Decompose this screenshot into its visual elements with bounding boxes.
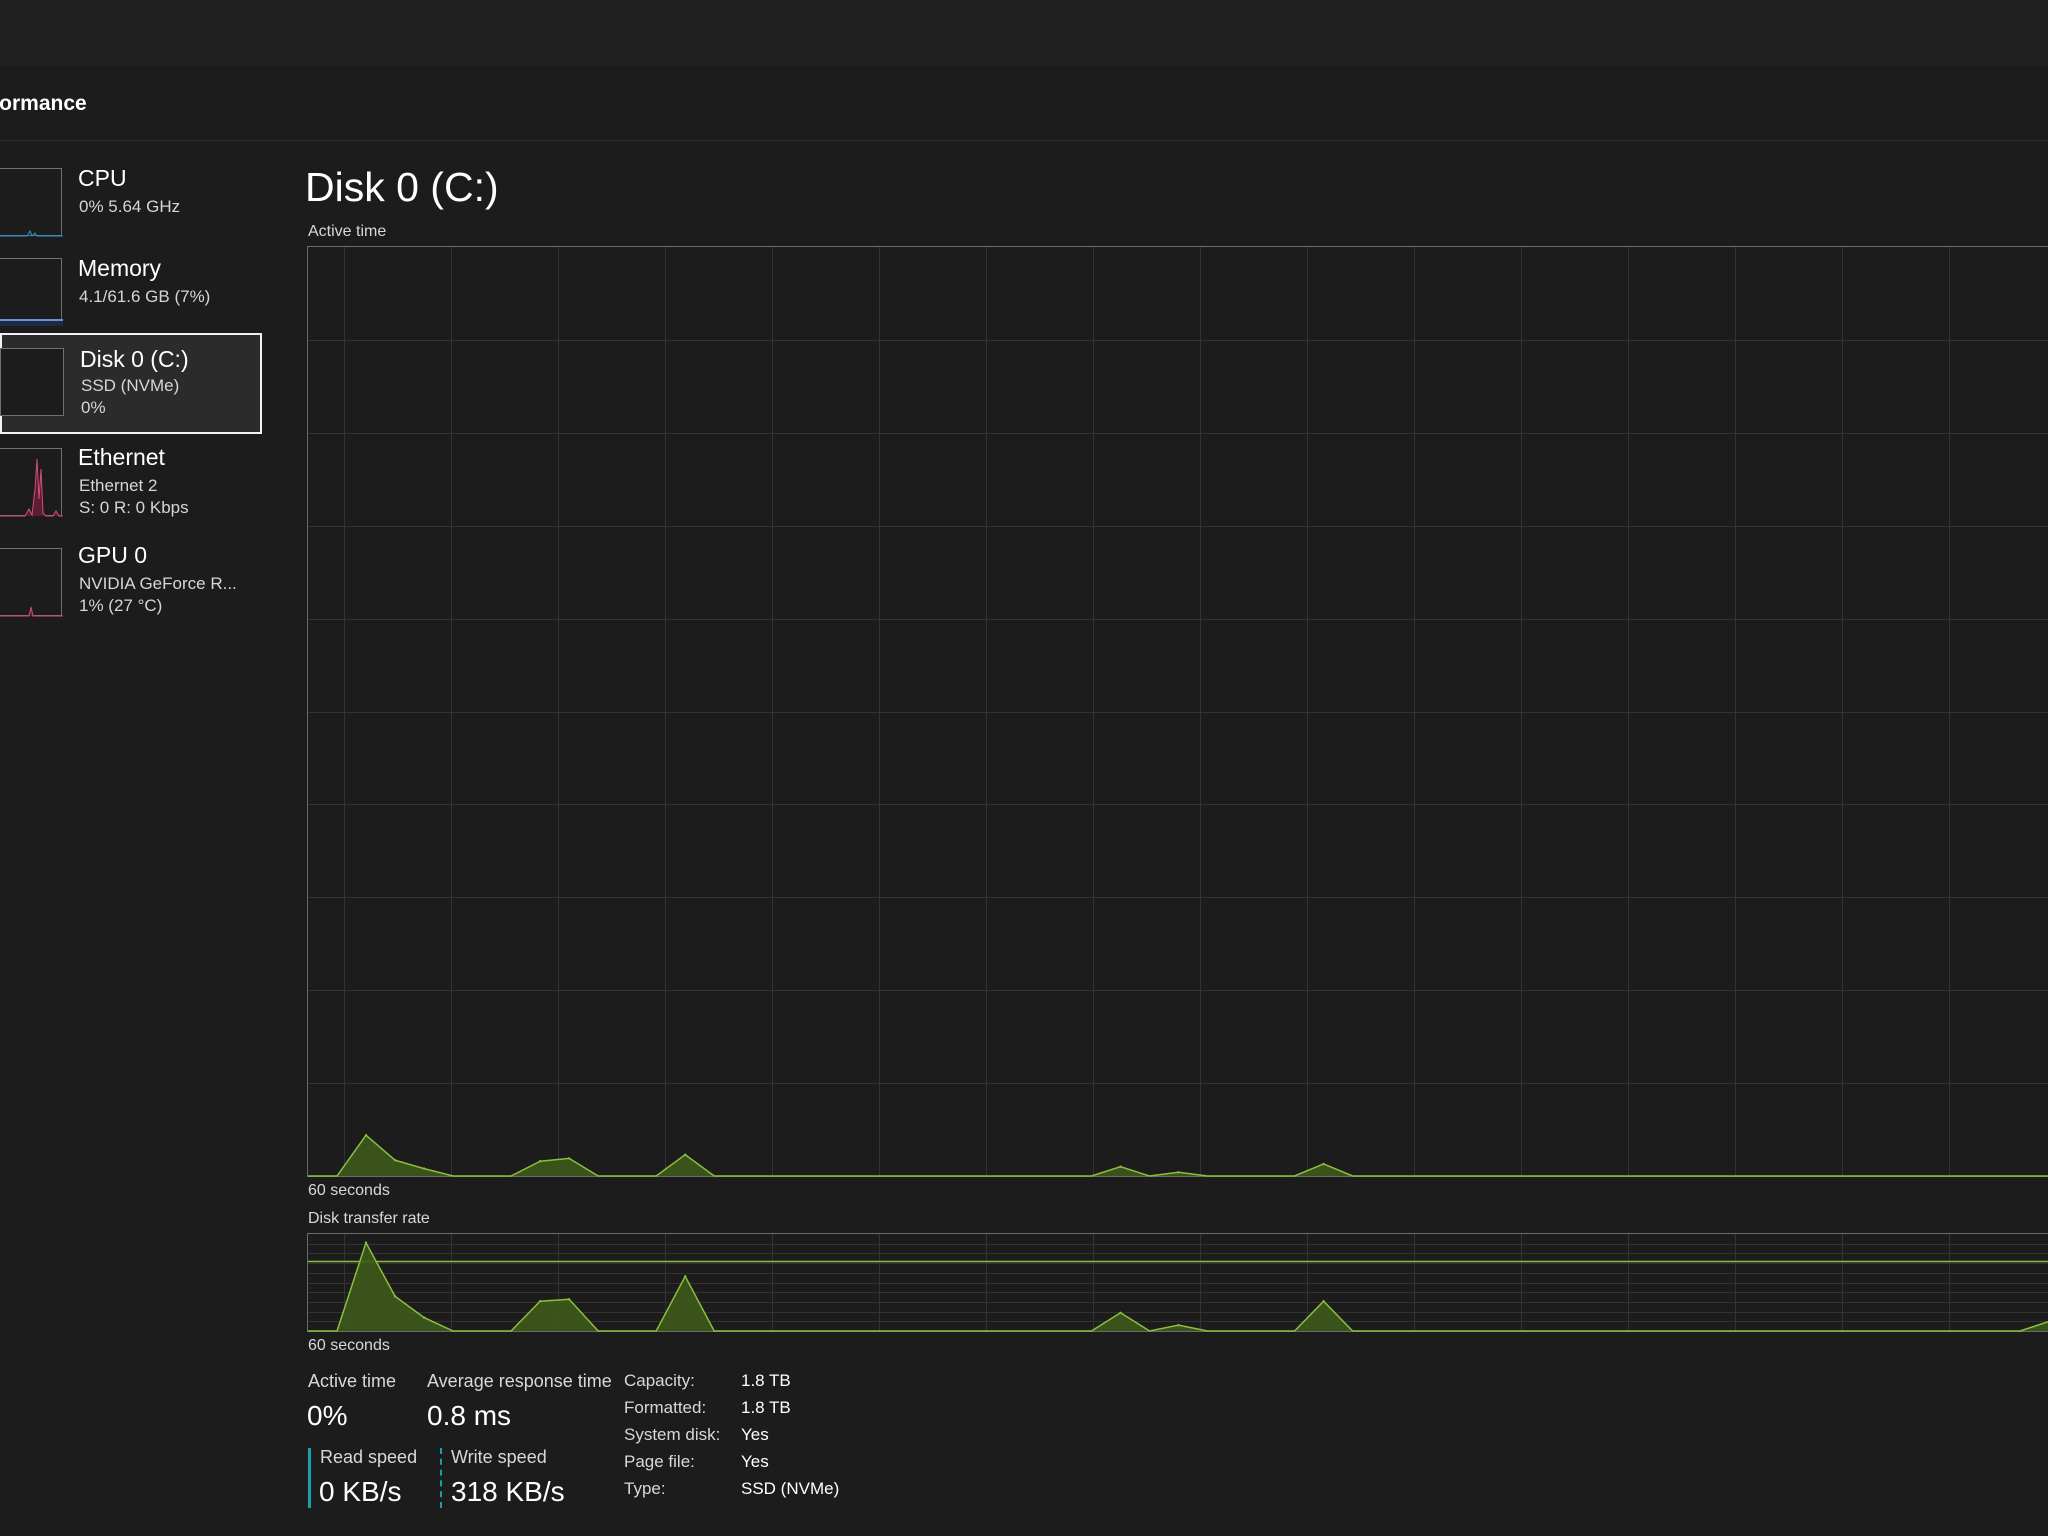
data-point [1119, 1165, 1122, 1168]
active-time-stat-value: 0% [307, 1400, 348, 1431]
memory-sparkline [0, 319, 63, 326]
system-disk-label: System disk: [624, 1425, 721, 1444]
sidebar-item-detail: Ethernet 2 [79, 476, 158, 495]
avg-response-stat-label: Average response time [427, 1371, 612, 1391]
header-bar [0, 66, 2048, 141]
formatted-value: 1.8 TB [741, 1398, 791, 1417]
memory-thumbnail-graph [0, 258, 63, 326]
series-area [308, 1242, 2048, 1331]
sidebar-item-gpu-0[interactable]: GPU 0 NVIDIA GeForce R... 1% (27 °C) [0, 542, 262, 638]
transfer-rate-chart [307, 1233, 2048, 1332]
sidebar-item-cpu[interactable]: CPU 0% 5.64 GHz [0, 165, 262, 253]
sidebar: CPU 0% 5.64 GHz Memory 4.1/61.6 GB (7%) … [0, 141, 270, 1536]
sidebar-item-detail: SSD (NVMe) [81, 376, 180, 395]
formatted-label: Formatted: [624, 1398, 707, 1417]
read-speed-indicator [308, 1448, 311, 1508]
data-point [422, 1316, 426, 1319]
transfer-rate-duration-label: 60 seconds [308, 1337, 390, 1354]
data-point [684, 1153, 687, 1156]
write-speed-value: 318 KB/s [451, 1476, 565, 1507]
data-point [1177, 1171, 1180, 1174]
sidebar-item-disk-0[interactable]: Disk 0 (C:) SSD (NVMe) 0% [0, 333, 262, 434]
active-time-stat-label: Active time [308, 1371, 397, 1391]
sidebar-item-memory[interactable]: Memory 4.1/61.6 GB (7%) [0, 255, 262, 343]
transfer-rate-chart-label: Disk transfer rate [308, 1210, 430, 1227]
disk-title: Disk 0 (C:) [305, 164, 499, 210]
sidebar-item-label: CPU [78, 165, 127, 191]
data-point [393, 1159, 397, 1162]
read-speed-label: Read speed [320, 1447, 418, 1467]
sidebar-item-detail: 4.1/61.6 GB (7%) [79, 287, 211, 306]
data-point [567, 1157, 571, 1160]
data-point [1177, 1324, 1180, 1327]
ethernet-sparkline [0, 458, 63, 517]
sidebar-item-value: S: 0 R: 0 Kbps [79, 498, 189, 517]
cpu-thumbnail-graph [0, 168, 63, 237]
transfer-rate-plot [308, 1234, 2048, 1332]
active-time-plot [308, 247, 2048, 1177]
data-point [1322, 1162, 1325, 1166]
sidebar-item-label: GPU 0 [78, 542, 148, 568]
data-point [1119, 1311, 1122, 1314]
active-time-duration-label: 60 seconds [308, 1182, 390, 1199]
sidebar-item-label: Ethernet [78, 444, 165, 470]
data-point [684, 1275, 687, 1278]
data-point [422, 1167, 426, 1170]
sidebar-item-value: 0% [81, 398, 106, 417]
gpu-sparkline [0, 606, 63, 617]
read-speed-value: 0 KB/s [319, 1476, 402, 1507]
active-time-chart [307, 246, 2048, 1177]
data-point [567, 1298, 571, 1301]
page-title: rformance [0, 92, 87, 115]
disk-sparkline [1, 349, 65, 417]
write-speed-indicator [440, 1448, 442, 1508]
capacity-label: Capacity: [624, 1371, 695, 1390]
cpu-sparkline [0, 229, 63, 237]
sidebar-item-detail: 0% 5.64 GHz [79, 197, 181, 216]
data-point [538, 1160, 542, 1163]
sidebar-item-detail: NVIDIA GeForce R... [79, 574, 237, 593]
data-point [393, 1295, 397, 1298]
series-area [308, 1135, 2048, 1176]
page-file-label: Page file: [624, 1452, 695, 1471]
data-point [364, 1134, 368, 1137]
avg-response-stat-value: 0.8 ms [427, 1400, 512, 1431]
page-file-value: Yes [741, 1452, 769, 1471]
data-point [364, 1241, 368, 1244]
sidebar-item-label: Memory [78, 255, 162, 281]
system-disk-value: Yes [741, 1425, 769, 1444]
type-value: SSD (NVMe) [741, 1479, 840, 1498]
active-time-chart-label: Active time [308, 223, 387, 240]
sidebar-item-value: 1% (27 °C) [79, 596, 163, 615]
type-label: Type: [624, 1479, 666, 1498]
title-bar [0, 0, 2048, 66]
gpu-thumbnail-graph [0, 548, 63, 617]
disk-thumbnail-graph [0, 348, 64, 416]
data-point [1322, 1300, 1325, 1303]
sidebar-item-label: Disk 0 (C:) [80, 346, 189, 372]
write-speed-label: Write speed [451, 1447, 547, 1467]
data-point [538, 1300, 542, 1303]
capacity-value: 1.8 TB [741, 1371, 791, 1390]
ethernet-thumbnail-graph [0, 448, 63, 517]
sidebar-item-ethernet[interactable]: Ethernet Ethernet 2 S: 0 R: 0 Kbps [0, 444, 262, 540]
